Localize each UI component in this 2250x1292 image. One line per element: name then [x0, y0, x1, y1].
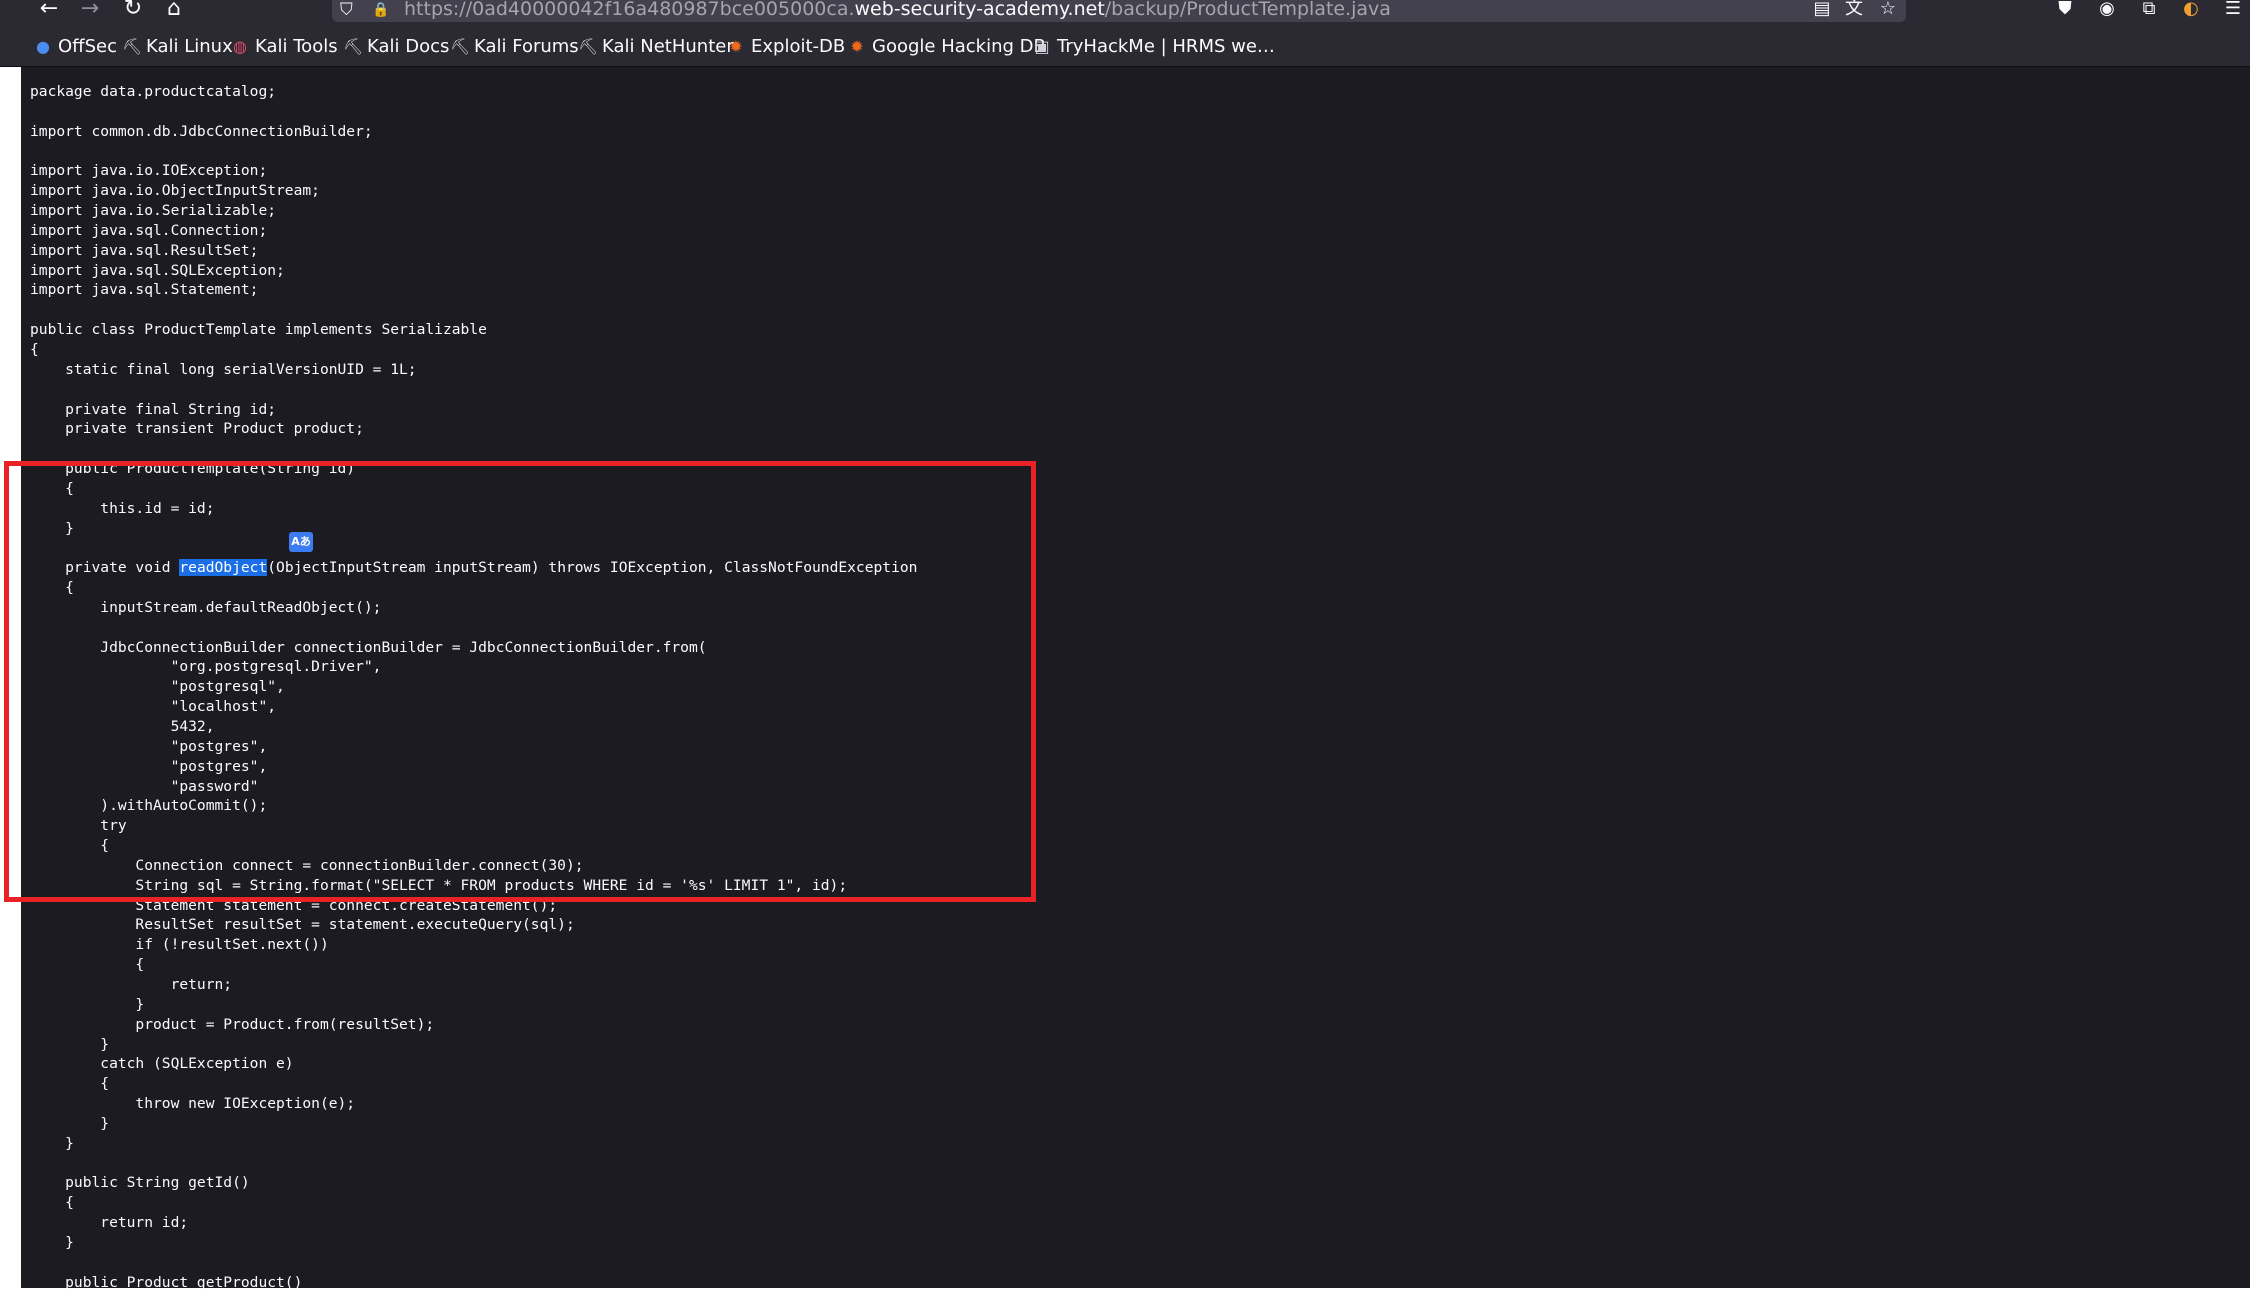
- url-prefix: https://0ad40000042f16a480987bce005000ca…: [404, 0, 855, 20]
- pocket-icon[interactable]: ⛊: [2050, 0, 2080, 20]
- bookmark-label: Google Hacking DB: [872, 36, 1046, 57]
- bookmark-label: Kali Forums: [474, 36, 579, 57]
- bookmark-kali-nethunter[interactable]: ⛏ Kali NetHunter: [578, 34, 734, 60]
- shield-icon[interactable]: ⛉: [340, 2, 353, 19]
- kali-dragon-icon: ⛏: [122, 37, 143, 56]
- kali-dragon-icon: ⛏: [450, 37, 471, 56]
- url-host: web-security-academy.net: [854, 0, 1105, 20]
- exploit-db-icon: ✹: [850, 37, 864, 56]
- url-text[interactable]: https://0ad40000042f16a480987bce005000ca…: [404, 0, 1391, 20]
- url-path: /backup/ProductTemplate.java: [1104, 0, 1391, 20]
- lock-icon[interactable]: 🔒: [372, 2, 389, 19]
- reader-view-icon[interactable]: ▤: [1807, 0, 1837, 20]
- forward-icon: →: [80, 0, 100, 21]
- bookmark-kali-linux[interactable]: ⛏ Kali Linux: [122, 34, 233, 60]
- bookmark-label: Kali Linux: [146, 36, 233, 57]
- forward-button[interactable]: →: [73, 0, 107, 20]
- home-button[interactable]: ⌂: [157, 0, 191, 20]
- bookmark-label: Kali Tools: [255, 36, 338, 57]
- home-icon: ⌂: [167, 0, 181, 21]
- bookmark-kali-docs[interactable]: ⛏ Kali Docs: [343, 34, 449, 60]
- bookmark-label: Kali NetHunter: [602, 36, 734, 57]
- reload-icon: ↻: [123, 0, 143, 21]
- menu-icon[interactable]: ☰: [2218, 0, 2248, 20]
- bookmark-star-icon[interactable]: ☆: [1873, 0, 1903, 20]
- account-icon[interactable]: ◉: [2092, 0, 2122, 20]
- exploit-db-icon: ✹: [729, 37, 743, 56]
- extensions-icon[interactable]: ⧉: [2134, 0, 2164, 20]
- url-bar[interactable]: ⛉ 🔒 https://0ad40000042f16a480987bce0050…: [332, 0, 1906, 22]
- bookmark-label: OffSec: [58, 36, 117, 57]
- back-button[interactable]: ←: [32, 0, 66, 20]
- navigation-toolbar: ← → ↻ ⌂ ⛉ 🔒 https://0ad40000042f16a48098…: [0, 0, 2250, 24]
- bookmark-tryhackme[interactable]: ▣ TryHackMe | HRMS we…: [1033, 34, 1275, 60]
- bookmark-kali-tools[interactable]: ◍ Kali Tools: [231, 34, 338, 60]
- translate-selection-icon[interactable]: Aあ: [289, 532, 313, 552]
- bookmark-label: Kali Docs: [367, 36, 450, 57]
- offsec-icon: ●: [36, 37, 50, 56]
- bookmark-google-hacking-db[interactable]: ✹ Google Hacking DB: [848, 34, 1046, 60]
- bookmark-exploit-db[interactable]: ✹ Exploit-DB: [727, 34, 845, 60]
- bookmarks-toolbar: ● OffSec ⛏ Kali Linux ◍ Kali Tools ⛏ Kali Do…: [0, 24, 2250, 67]
- bookmark-offsec[interactable]: ● OffSec: [34, 34, 117, 60]
- kali-tools-icon: ◍: [233, 37, 247, 56]
- bookmark-kali-forums[interactable]: ⛏ Kali Forums: [450, 34, 579, 60]
- highlight-annotation-box: [4, 461, 1036, 902]
- tryhackme-icon: ▣: [1034, 37, 1050, 56]
- kali-dragon-icon: ⛏: [343, 37, 364, 56]
- back-icon: ←: [39, 0, 59, 21]
- reload-button[interactable]: ↻: [116, 0, 150, 20]
- firefox-profile-icon[interactable]: ◐: [2176, 0, 2206, 20]
- bookmark-label: TryHackMe | HRMS we…: [1057, 36, 1275, 57]
- kali-dragon-icon: ⛏: [578, 37, 599, 56]
- bookmark-label: Exploit-DB: [751, 36, 846, 57]
- browser-window: ← → ↻ ⌂ ⛉ 🔒 https://0ad40000042f16a48098…: [0, 0, 2250, 1291]
- translate-icon[interactable]: 文: [1839, 0, 1869, 20]
